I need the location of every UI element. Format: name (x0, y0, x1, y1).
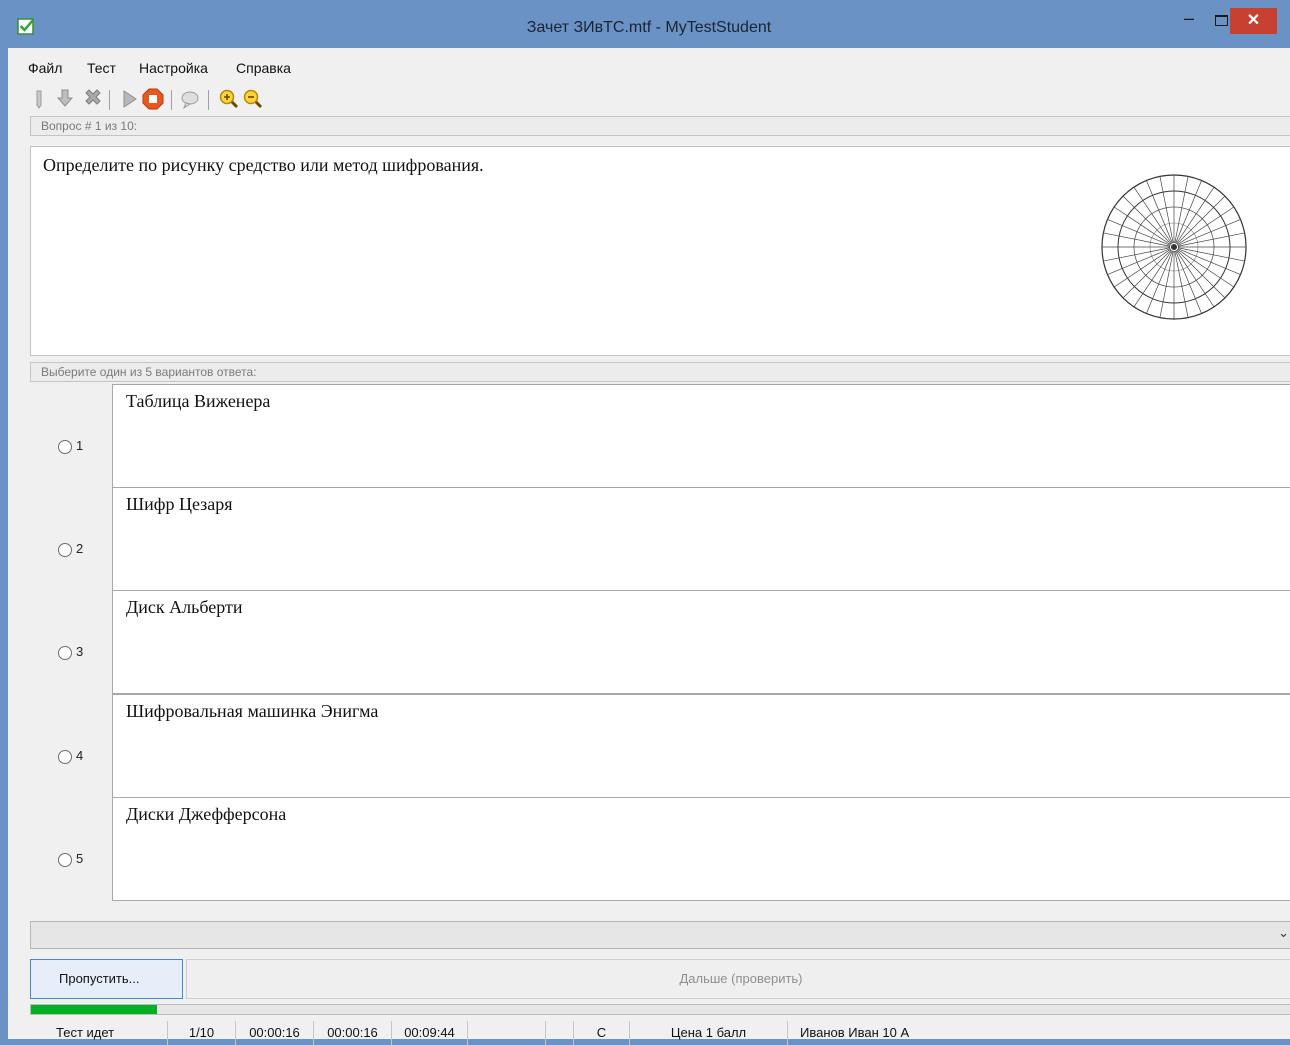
zoom-in-icon[interactable] (217, 86, 239, 112)
status-time-remaining: 00:09:44 (392, 1021, 468, 1045)
answer-number: 5 (76, 851, 84, 866)
menu-test[interactable]: Тест (87, 56, 116, 80)
answer-text: Диски Джефферсона (126, 804, 287, 824)
question-text: Определите по рисунку средство или метод… (43, 155, 484, 175)
menu-file[interactable]: Файл (28, 56, 62, 80)
minimize-button[interactable]: – (1174, 8, 1204, 34)
radio-button[interactable] (58, 645, 72, 660)
answer-radio-1[interactable]: 1 (58, 438, 118, 458)
status-question-counter: 1/10 (168, 1021, 236, 1045)
radio-button[interactable] (58, 439, 72, 454)
answer-dropdown[interactable]: ⌄ (30, 921, 1290, 949)
status-state: Тест идет (16, 1021, 168, 1045)
question-panel: Определите по рисунку средство или метод… (30, 146, 1290, 356)
answer-text: Таблица Виженера (126, 391, 271, 411)
toolbar-separator (171, 90, 172, 110)
progress-fill (31, 1005, 158, 1014)
question-header: Вопрос # 1 из 10: (30, 116, 1290, 136)
answer-number: 3 (76, 644, 84, 659)
radio-button[interactable] (58, 542, 72, 557)
toolbar-separator (208, 90, 209, 110)
chat-icon[interactable] (179, 86, 201, 112)
answer-option-4[interactable]: Шифровальная машинка Энигма (112, 694, 1290, 798)
answer-radio-3[interactable]: 3 (58, 644, 118, 664)
answers-list: 1 Таблица Виженера 2 Шифр Цезаря 3 Диск … (30, 384, 1290, 914)
open-icon[interactable] (30, 86, 52, 112)
maximize-icon (1215, 15, 1228, 26)
answer-text: Шифр Цезаря (126, 494, 233, 514)
status-mode: С (574, 1021, 630, 1045)
answer-radio-5[interactable]: 5 (58, 851, 118, 871)
radio-button[interactable] (58, 749, 72, 764)
play-icon[interactable] (118, 86, 140, 112)
stop-icon[interactable] (142, 86, 164, 112)
status-price: Цена 1 балл (630, 1021, 788, 1045)
answers-header: Выберите один из 5 вариантов ответа: (30, 362, 1290, 382)
answer-text: Шифровальная машинка Энигма (126, 701, 379, 721)
next-button[interactable]: Дальше (проверить) (186, 959, 1290, 999)
close-button[interactable]: ✕ (1230, 8, 1277, 34)
status-time-elapsed: 00:00:16 (236, 1021, 314, 1045)
answer-option-1[interactable]: Таблица Виженера (112, 384, 1290, 488)
status-student: Иванов Иван 10 А (800, 1025, 910, 1040)
answer-number: 2 (76, 541, 84, 556)
skip-button[interactable]: Пропустить... (30, 959, 183, 999)
alberti-disk-image (1101, 174, 1247, 320)
progress-bar (30, 1004, 1290, 1015)
title-bar[interactable]: Зачет ЗИвТС.mtf - MyTestStudent – ✕ (8, 8, 1290, 48)
answer-number: 1 (76, 438, 84, 453)
radio-button[interactable] (58, 852, 72, 867)
status-time-question: 00:00:16 (314, 1021, 392, 1045)
answer-option-3[interactable]: Диск Альберти (112, 590, 1290, 694)
answer-number: 4 (76, 748, 84, 763)
status-bar: Тест идет 1/10 00:00:16 00:00:16 00:09:4… (16, 1021, 1290, 1045)
status-blank-cell (546, 1021, 574, 1045)
answer-radio-2[interactable]: 2 (58, 541, 118, 561)
zoom-out-icon[interactable] (241, 86, 263, 112)
answer-radio-4[interactable]: 4 (58, 748, 118, 768)
answer-option-2[interactable]: Шифр Цезаря (112, 487, 1290, 591)
toolbar-separator (109, 90, 110, 110)
menu-settings[interactable]: Настройка (139, 56, 208, 80)
app-window: Зачет ЗИвТС.mtf - MyTestStudent – ✕ Файл… (8, 8, 1290, 1045)
delete-icon[interactable] (82, 86, 104, 112)
save-icon[interactable] (54, 86, 76, 112)
chevron-down-icon[interactable]: ⌄ (1278, 926, 1289, 941)
answer-option-5[interactable]: Диски Джефферсона (112, 797, 1290, 901)
menu-help[interactable]: Справка (236, 56, 291, 80)
window-title: Зачет ЗИвТС.mtf - MyTestStudent (526, 19, 772, 36)
answer-text: Диск Альберти (126, 597, 243, 617)
status-blank-cell (468, 1021, 546, 1045)
